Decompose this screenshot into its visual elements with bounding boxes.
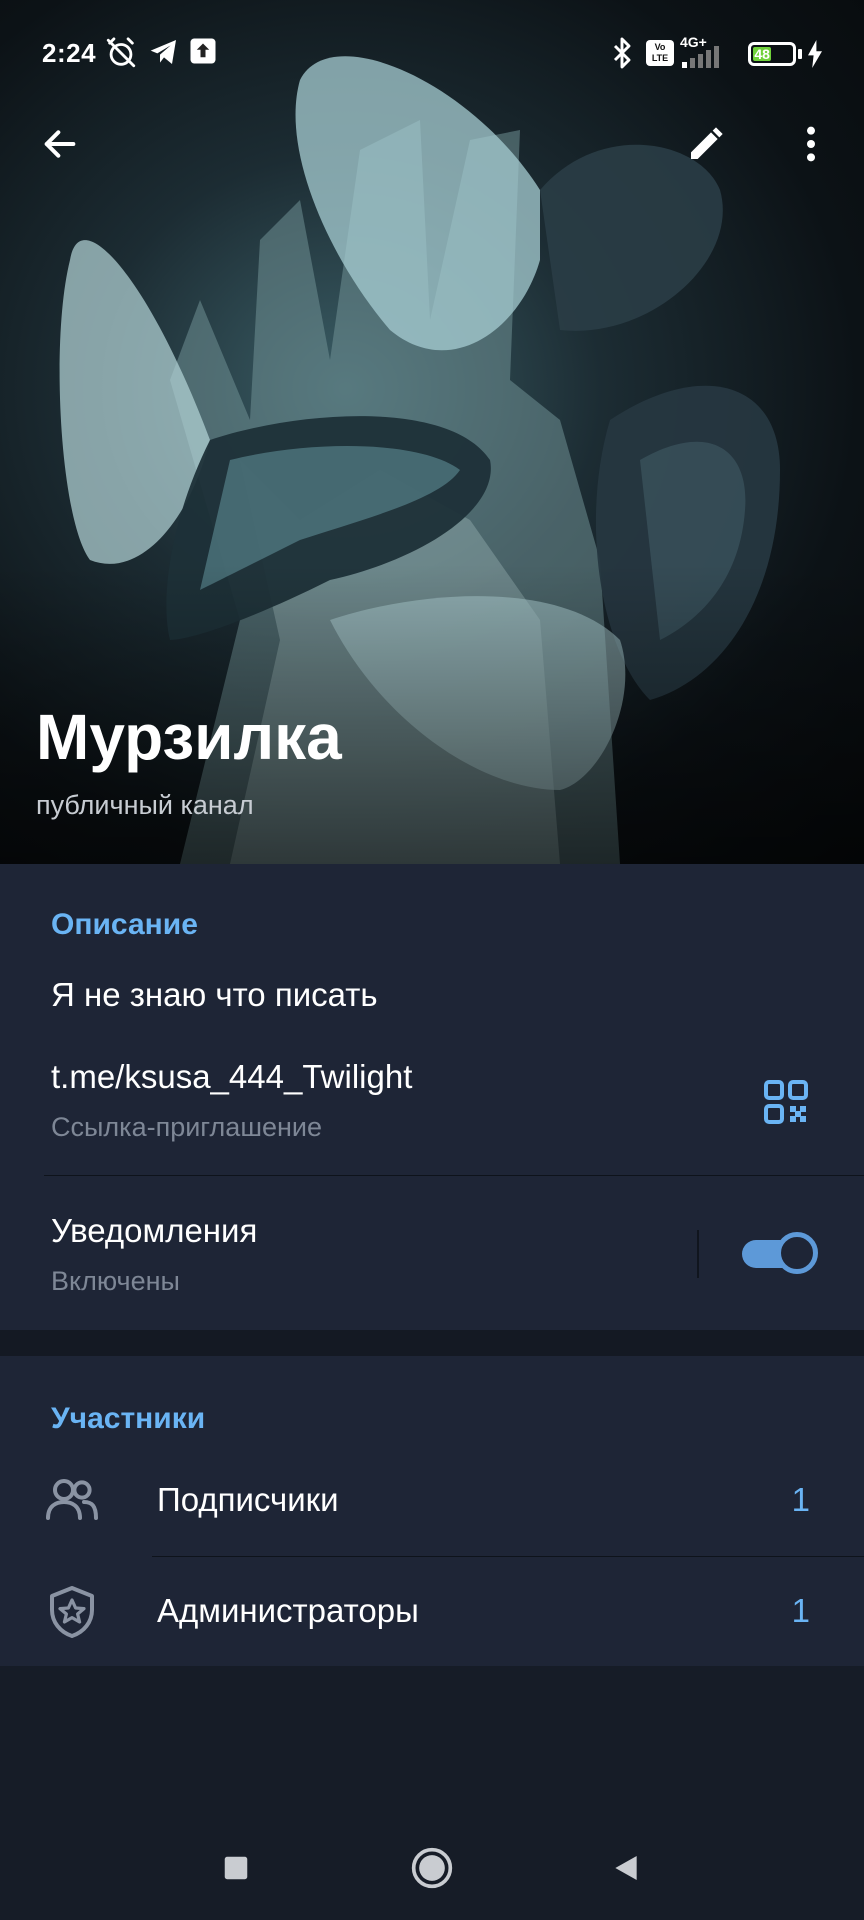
members-section-title: Участники: [51, 1402, 206, 1435]
pencil-icon: [691, 127, 723, 159]
subscribers-count: 1: [791, 1481, 810, 1518]
divider: [152, 1556, 864, 1557]
invite-link[interactable]: t.me/ksusa_444_Twilight: [51, 1058, 412, 1096]
section-gap: [0, 1330, 864, 1356]
administrators-count: 1: [791, 1592, 810, 1629]
administrators-label: Администраторы: [157, 1592, 419, 1629]
battery-tip: [798, 49, 802, 59]
more-vertical-icon: [807, 126, 815, 162]
more-options-button[interactable]: [775, 108, 847, 180]
people-icon: [46, 1479, 98, 1520]
back-button[interactable]: [24, 108, 96, 180]
telegram-icon: [150, 40, 176, 64]
notifications-status: Включены: [51, 1266, 180, 1296]
home-button[interactable]: [402, 1838, 462, 1898]
battery-level: 48: [754, 46, 770, 62]
bluetooth-icon: [613, 37, 631, 69]
volte-icon: Vo LTE: [646, 40, 674, 66]
charging-icon: [808, 40, 822, 68]
signal-icon: [682, 46, 719, 68]
qr-code-icon[interactable]: [762, 1078, 810, 1126]
admin-shield-icon: [50, 1586, 94, 1638]
divider: [44, 1175, 864, 1176]
subscribers-label: Подписчики: [157, 1481, 339, 1518]
notifications-label[interactable]: Уведомления: [51, 1212, 257, 1250]
toggle-separator: [697, 1230, 699, 1278]
arrow-left-icon: [44, 130, 76, 158]
triangle-back-icon: [615, 1856, 637, 1880]
battery-icon: 48: [748, 42, 796, 66]
channel-name: Мурзилка: [36, 701, 342, 773]
alarm-off-icon: [106, 37, 136, 68]
notifications-toggle[interactable]: [742, 1232, 818, 1276]
description-section-title: Описание: [51, 908, 198, 941]
edit-button[interactable]: [670, 108, 742, 180]
back-nav-button[interactable]: [596, 1838, 656, 1898]
status-time: 2:24: [42, 38, 97, 68]
status-bar: 2:24 Vo LTE 4G+ 48: [0, 0, 864, 100]
toggle-knob: [776, 1232, 818, 1274]
channel-description: Я не знаю что писать: [51, 976, 378, 1013]
circle-icon: [411, 1847, 453, 1889]
upload-icon: [190, 38, 216, 64]
invite-link-caption: Ссылка-приглашение: [51, 1112, 323, 1142]
recents-button[interactable]: [206, 1838, 266, 1898]
channel-type: публичный канал: [36, 790, 254, 820]
square-icon: [224, 1856, 248, 1880]
